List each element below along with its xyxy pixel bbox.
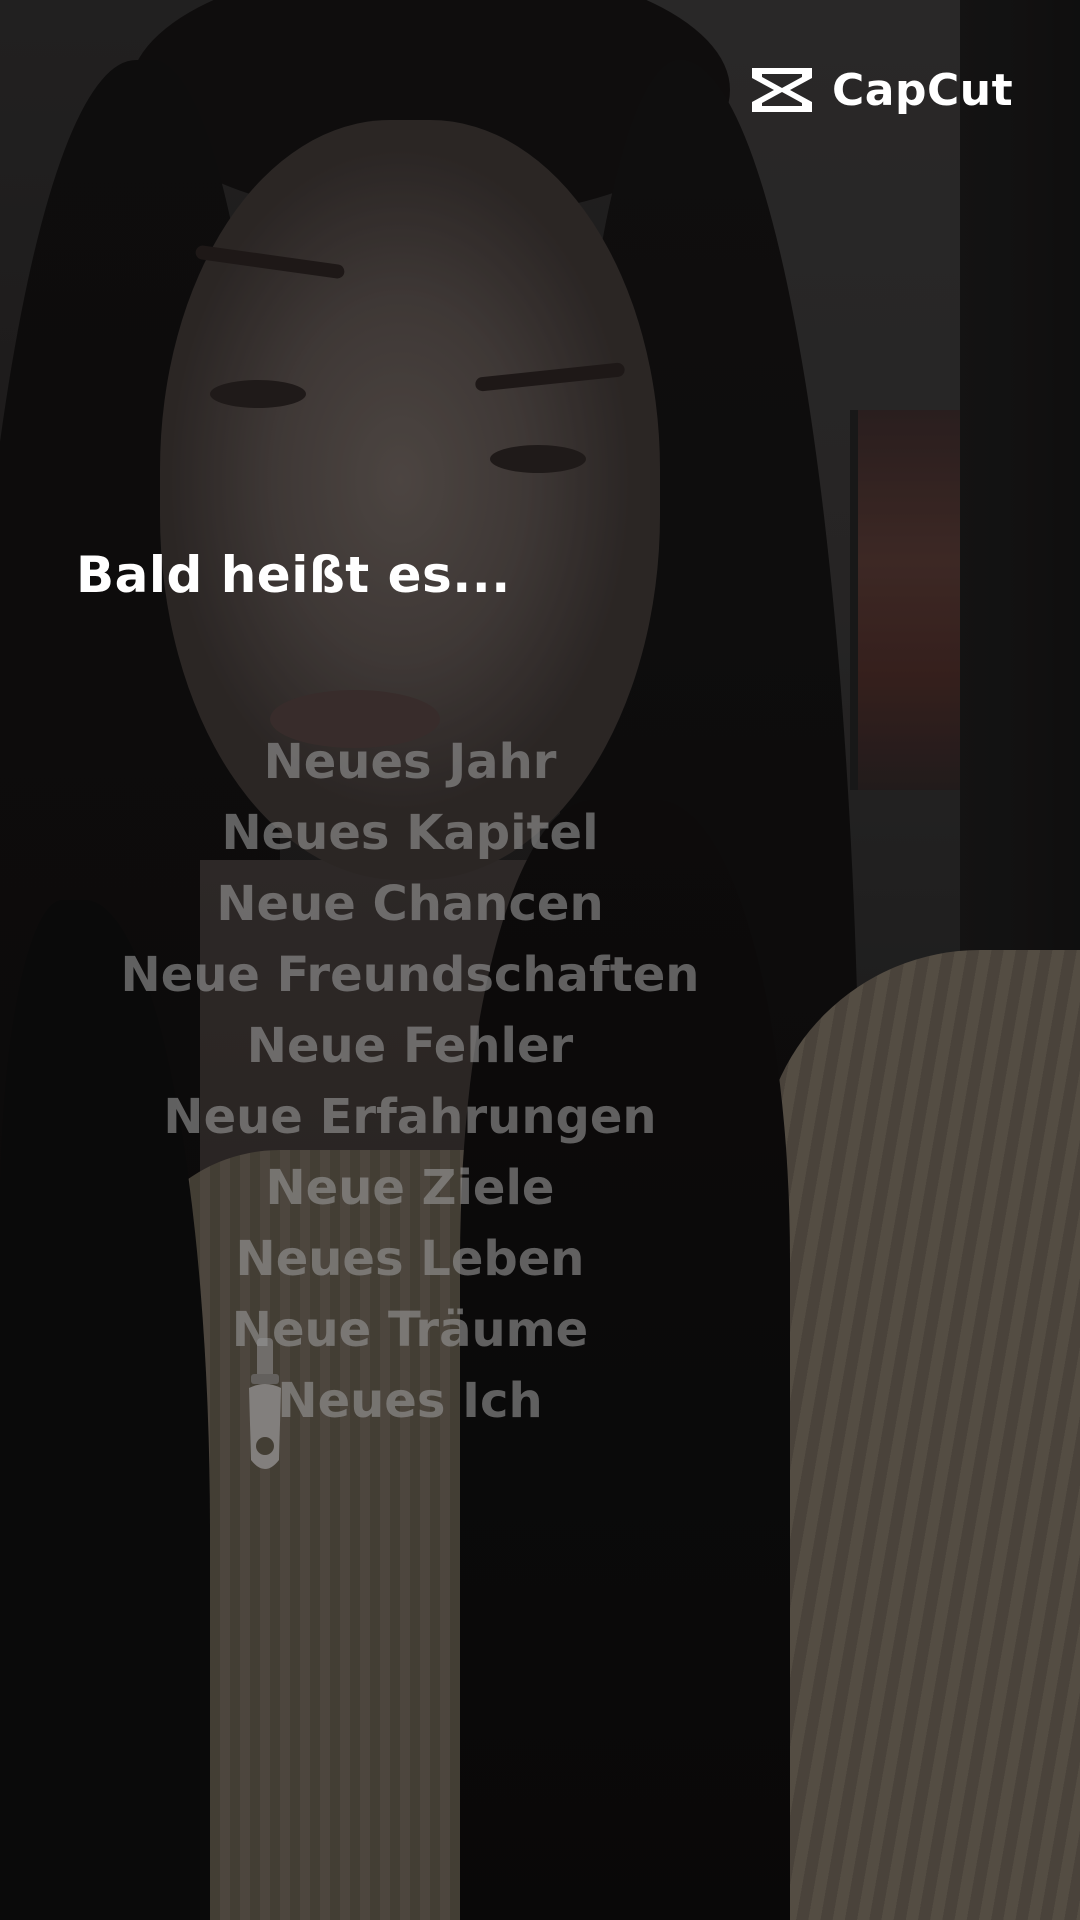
resolution-line: Neues Kapitel: [221, 805, 599, 861]
resolution-line: Neue Chancen: [216, 876, 604, 932]
capcut-brand-text: CapCut: [832, 64, 1014, 116]
resolution-line: Neues Leben: [235, 1231, 585, 1287]
resolution-line: Neue Erfahrungen: [163, 1089, 657, 1145]
resolution-line: Neue Freundschaften: [120, 947, 700, 1003]
video-frame: CapCut Bald heißt es... Neues Jahr Neues…: [0, 0, 1080, 1920]
resolution-list: Neues Jahr Neues Kapitel Neue Chancen Ne…: [0, 727, 820, 1437]
resolution-line: Neue Ziele: [265, 1160, 555, 1216]
resolution-line: Neues Ich: [277, 1373, 543, 1429]
resolution-line: Neue Fehler: [246, 1018, 574, 1074]
resolution-line: Neue Träume: [231, 1302, 589, 1358]
capcut-logo-icon: [752, 68, 812, 112]
resolution-line: Neues Jahr: [263, 734, 557, 790]
capcut-watermark: CapCut: [748, 62, 1013, 118]
headline-text: Bald heißt es...: [76, 546, 511, 604]
